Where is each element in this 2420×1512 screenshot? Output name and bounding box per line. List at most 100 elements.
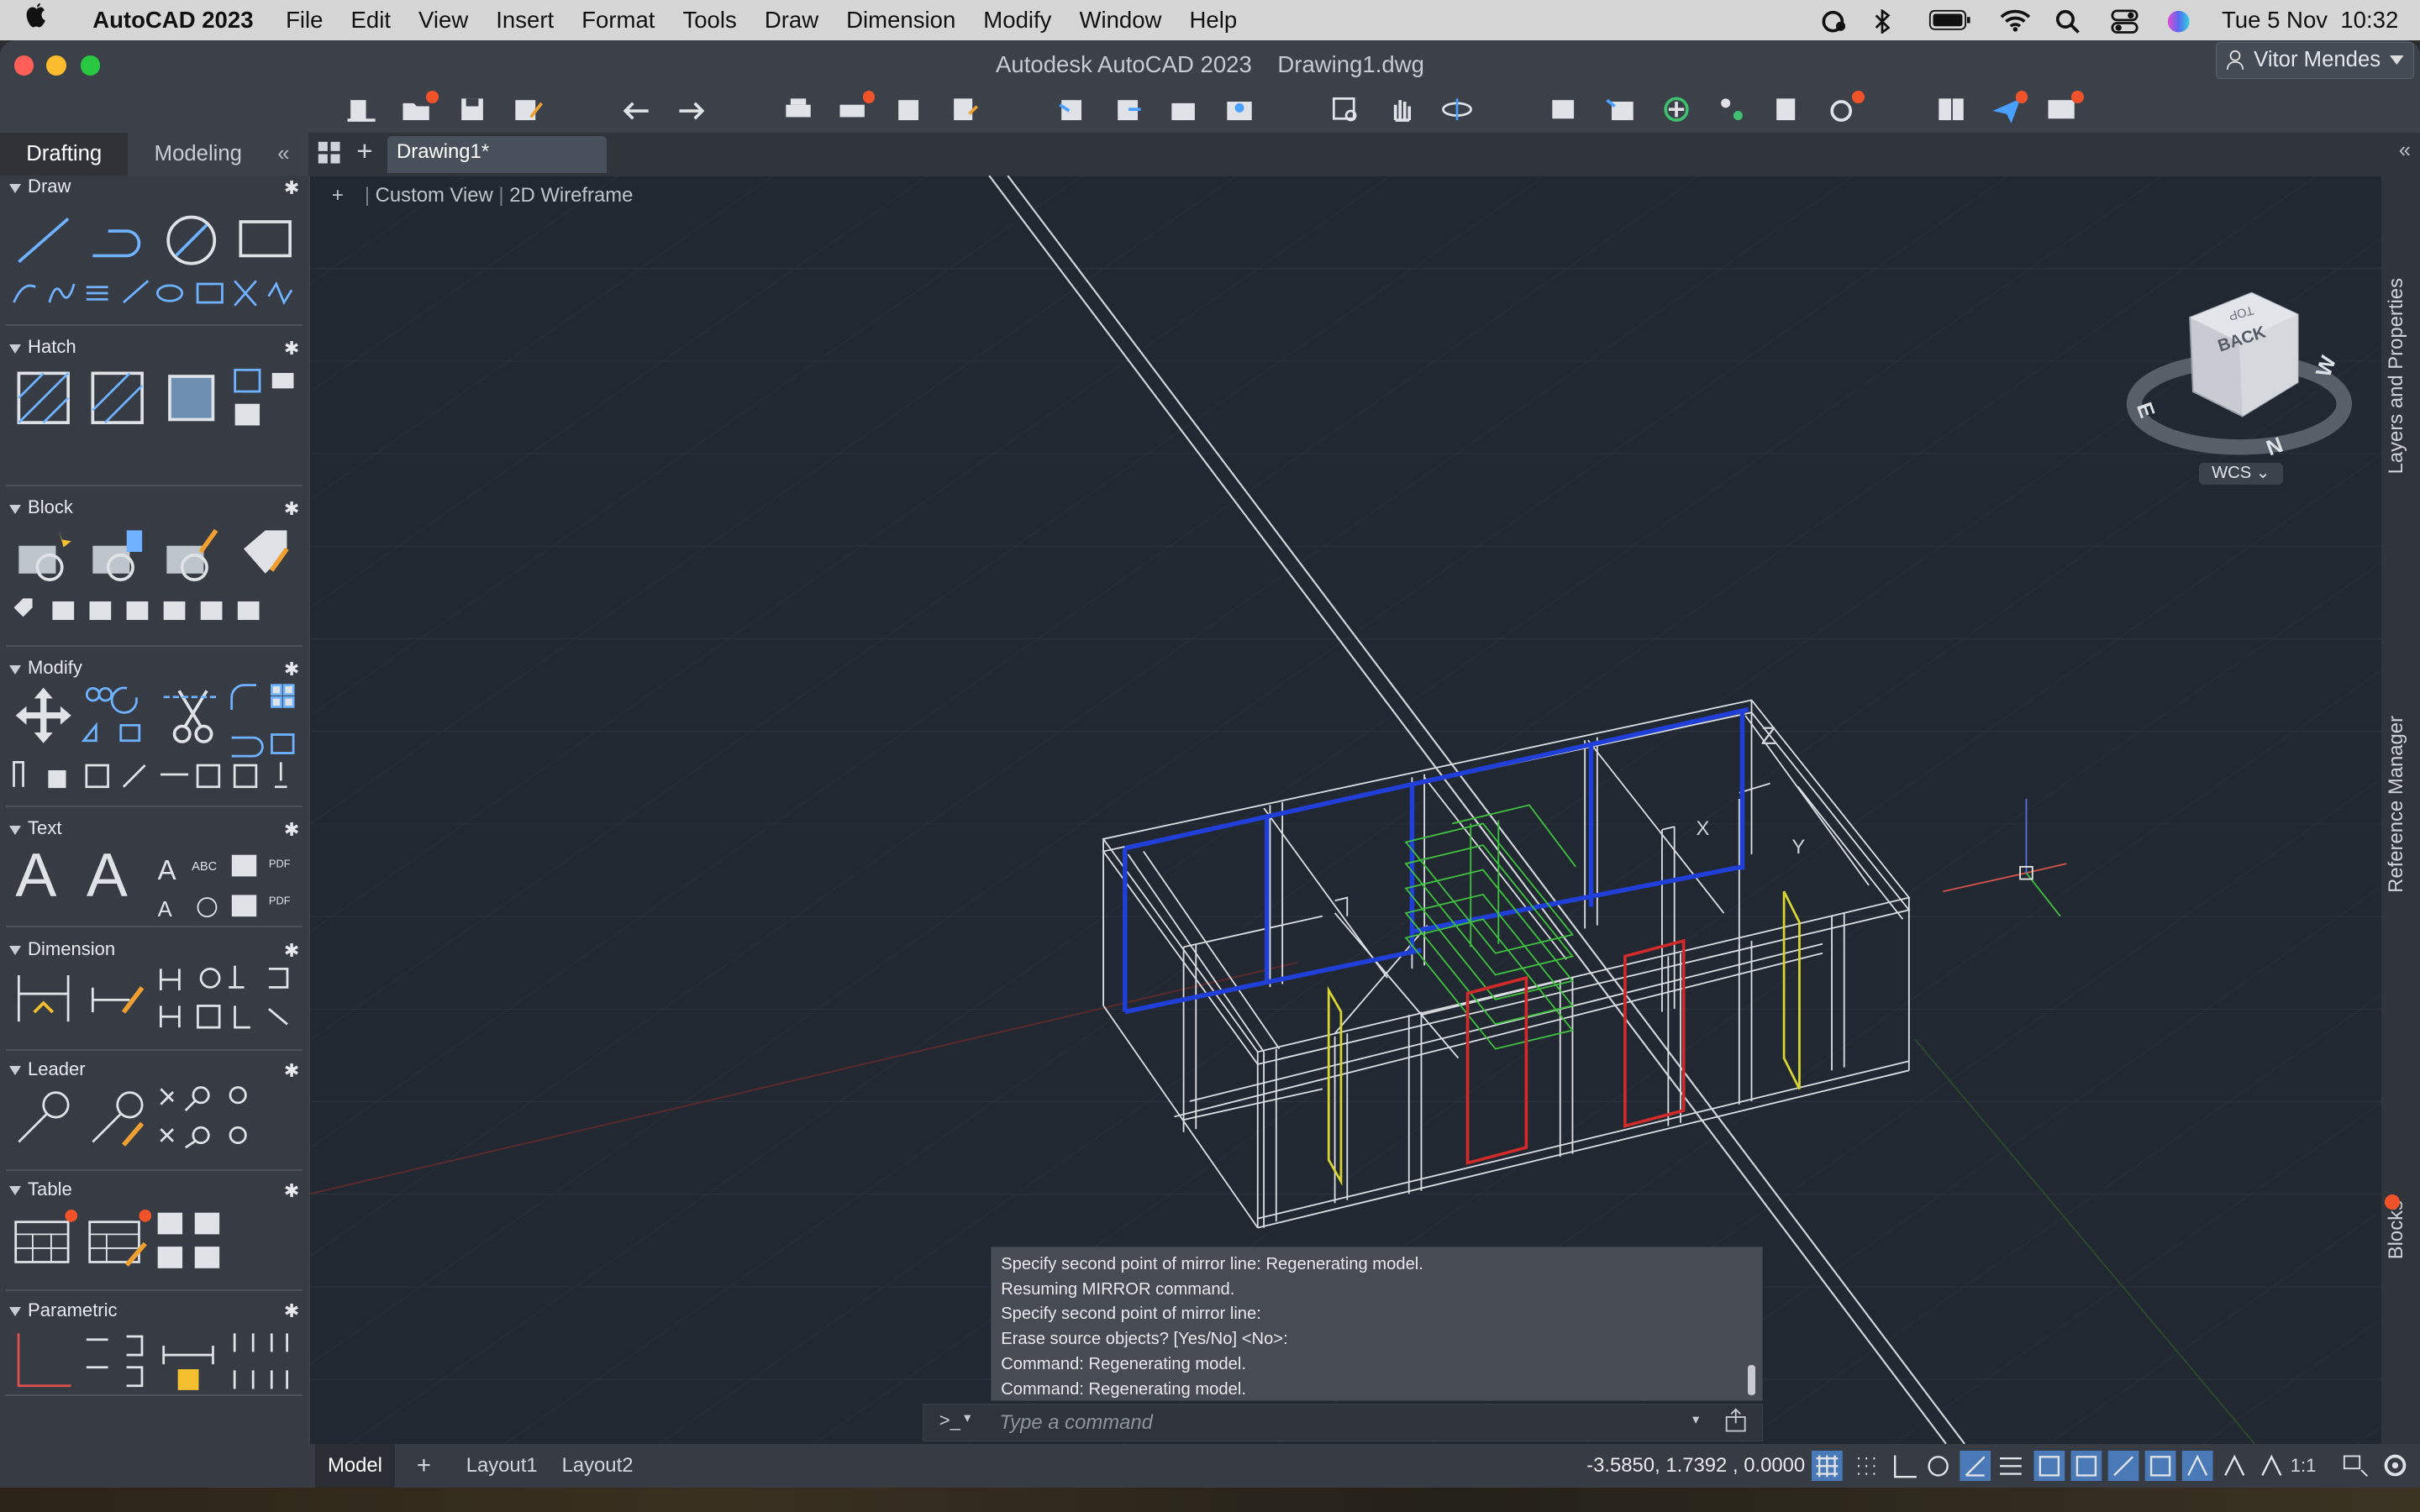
gradient-icon[interactable] (87, 367, 148, 428)
menu-window[interactable]: Window (1065, 7, 1176, 34)
menu-view[interactable]: View (404, 7, 481, 34)
menu-app-name[interactable]: AutoCAD 2023 (71, 7, 271, 34)
gear-icon[interactable]: ✱ (284, 819, 299, 841)
export-icon[interactable] (946, 92, 983, 126)
section-header-leader[interactable]: Leader ✱ (0, 1058, 308, 1086)
menu-modify[interactable]: Modify (970, 7, 1065, 34)
tab-layout2[interactable]: Layout2 (562, 1444, 634, 1487)
section-header-hatch[interactable]: Hatch ✱ (0, 336, 308, 364)
add-layout-icon[interactable]: + (417, 1444, 431, 1487)
layers-and-properties-tab[interactable]: Layers and Properties (2385, 278, 2408, 474)
chevron-down-icon[interactable]: ▾ (964, 1410, 971, 1426)
import-icon[interactable] (1054, 92, 1091, 126)
wifi-icon[interactable] (2000, 9, 2030, 32)
section-header-dimension[interactable]: Dimension ✱ (0, 938, 308, 966)
creative-cloud-icon[interactable] (1818, 9, 1846, 33)
table-icon[interactable] (13, 1209, 81, 1278)
section-header-modify[interactable]: Modify ✱ (0, 657, 308, 685)
hatch-edit-icons[interactable] (232, 364, 300, 432)
polyline-icon[interactable] (87, 213, 148, 268)
dimension-style-icon[interactable] (87, 966, 148, 1027)
share-icon[interactable] (1110, 92, 1147, 126)
save-as-icon[interactable] (509, 92, 546, 126)
reference-manager-tab[interactable]: Reference Manager (2385, 716, 2408, 893)
collapse-palette-icon[interactable]: « (277, 142, 289, 166)
redo-icon[interactable] (673, 92, 710, 126)
dimension-icon[interactable] (13, 966, 74, 1027)
move-icon[interactable] (13, 685, 74, 746)
single-line-text-icon[interactable]: A (87, 839, 128, 911)
command-scrollbar[interactable] (1748, 1364, 1756, 1396)
block-small-tools-icon[interactable] (9, 592, 271, 629)
multileader-icon[interactable] (13, 1089, 74, 1151)
save-icon[interactable] (454, 92, 491, 126)
command-prompt-icon[interactable]: >_ (939, 1410, 960, 1431)
draw-small-tools-icon[interactable] (9, 275, 302, 312)
bluetooth-icon[interactable] (1873, 8, 1901, 35)
gear-icon[interactable]: ✱ (284, 1180, 299, 1202)
circle-icon[interactable] (160, 213, 222, 268)
publish-icon[interactable] (891, 92, 928, 126)
edit-block-icon[interactable] (160, 524, 222, 585)
modify-tools-right-icon[interactable] (229, 682, 299, 759)
new-file-icon[interactable] (343, 92, 380, 126)
gear-icon[interactable]: ✱ (284, 1300, 299, 1322)
document-tab[interactable]: Drawing1* (387, 135, 607, 173)
control-center-icon[interactable] (2111, 9, 2139, 34)
blocks-tab[interactable]: Blocks (2385, 1200, 2408, 1259)
create-block-icon[interactable] (13, 524, 74, 585)
multiline-text-icon[interactable]: A (15, 839, 56, 911)
layer-properties-icon[interactable] (1546, 92, 1583, 126)
line-icon[interactable] (13, 213, 74, 268)
render-icon[interactable] (2044, 91, 2084, 126)
parametric-tools-icon[interactable] (9, 1327, 302, 1395)
sheet-set-icon[interactable] (1933, 92, 1970, 126)
menu-file[interactable]: File (272, 7, 337, 34)
gear-icon[interactable]: ✱ (284, 940, 299, 962)
section-header-block[interactable]: Block ✱ (0, 496, 308, 524)
battery-icon[interactable] (1928, 9, 1971, 31)
hatch-icon[interactable] (13, 367, 74, 428)
menu-draw[interactable]: Draw (750, 7, 832, 34)
gear-icon[interactable]: ✱ (284, 1060, 299, 1082)
insert-block-icon[interactable] (1658, 92, 1695, 126)
orbit-icon[interactable] (1439, 92, 1476, 126)
menubar-clock[interactable]: Tue 5 Nov 10:32 (2222, 7, 2398, 34)
open-file-icon[interactable] (398, 91, 439, 126)
insert-block-icon[interactable] (87, 524, 148, 585)
send-icon[interactable] (1988, 91, 2028, 126)
dimension-small-tools-icon[interactable] (155, 963, 302, 1033)
view-control-button[interactable]: Custom View (376, 184, 493, 207)
text-small-tools-icon[interactable]: A ABC PDF A PDF (155, 852, 302, 926)
customize-command-icon[interactable] (1723, 1408, 1748, 1438)
section-header-parametric[interactable]: Parametric ✱ (0, 1299, 308, 1327)
apple-menu-icon[interactable] (0, 3, 71, 37)
command-history-toggle-icon[interactable]: ▾ (1692, 1411, 1699, 1428)
workspace-gear-icon[interactable] (2343, 1452, 2413, 1479)
section-header-table[interactable]: Table ✱ (0, 1179, 308, 1206)
properties-icon[interactable] (1824, 91, 1865, 126)
tab-layout1[interactable]: Layout1 (466, 1444, 538, 1487)
command-line[interactable]: >_ ▾ Type a command ▾ (923, 1404, 1763, 1441)
gear-icon[interactable]: ✱ (284, 177, 299, 199)
tab-drafting[interactable]: Drafting (0, 132, 129, 176)
menu-insert[interactable]: Insert (482, 7, 568, 34)
undo-icon[interactable] (618, 92, 655, 126)
spotlight-search-icon[interactable] (2055, 9, 2083, 34)
visual-style-button[interactable]: 2D Wireframe (509, 184, 633, 207)
boundary-icon[interactable] (160, 367, 222, 428)
gear-icon[interactable]: ✱ (284, 498, 299, 520)
new-tab-icon[interactable]: + (356, 136, 372, 168)
table-small-tools-icon[interactable] (155, 1210, 229, 1278)
markup-icon[interactable] (1769, 92, 1806, 126)
batch-plot-icon[interactable] (835, 91, 876, 126)
wcs-menu[interactable]: WCS ⌄ (2199, 463, 2283, 485)
modify-small-tools-icon[interactable] (9, 756, 302, 793)
block-attribute-icon[interactable] (234, 524, 296, 585)
web-mobile-icon[interactable] (1221, 92, 1258, 126)
attach-icon[interactable] (1165, 92, 1202, 126)
trim-icon[interactable] (160, 685, 222, 746)
zoom-window-icon[interactable] (1328, 92, 1365, 126)
collapse-right-panel-icon[interactable]: « (2399, 139, 2411, 163)
menu-edit[interactable]: Edit (337, 7, 405, 34)
